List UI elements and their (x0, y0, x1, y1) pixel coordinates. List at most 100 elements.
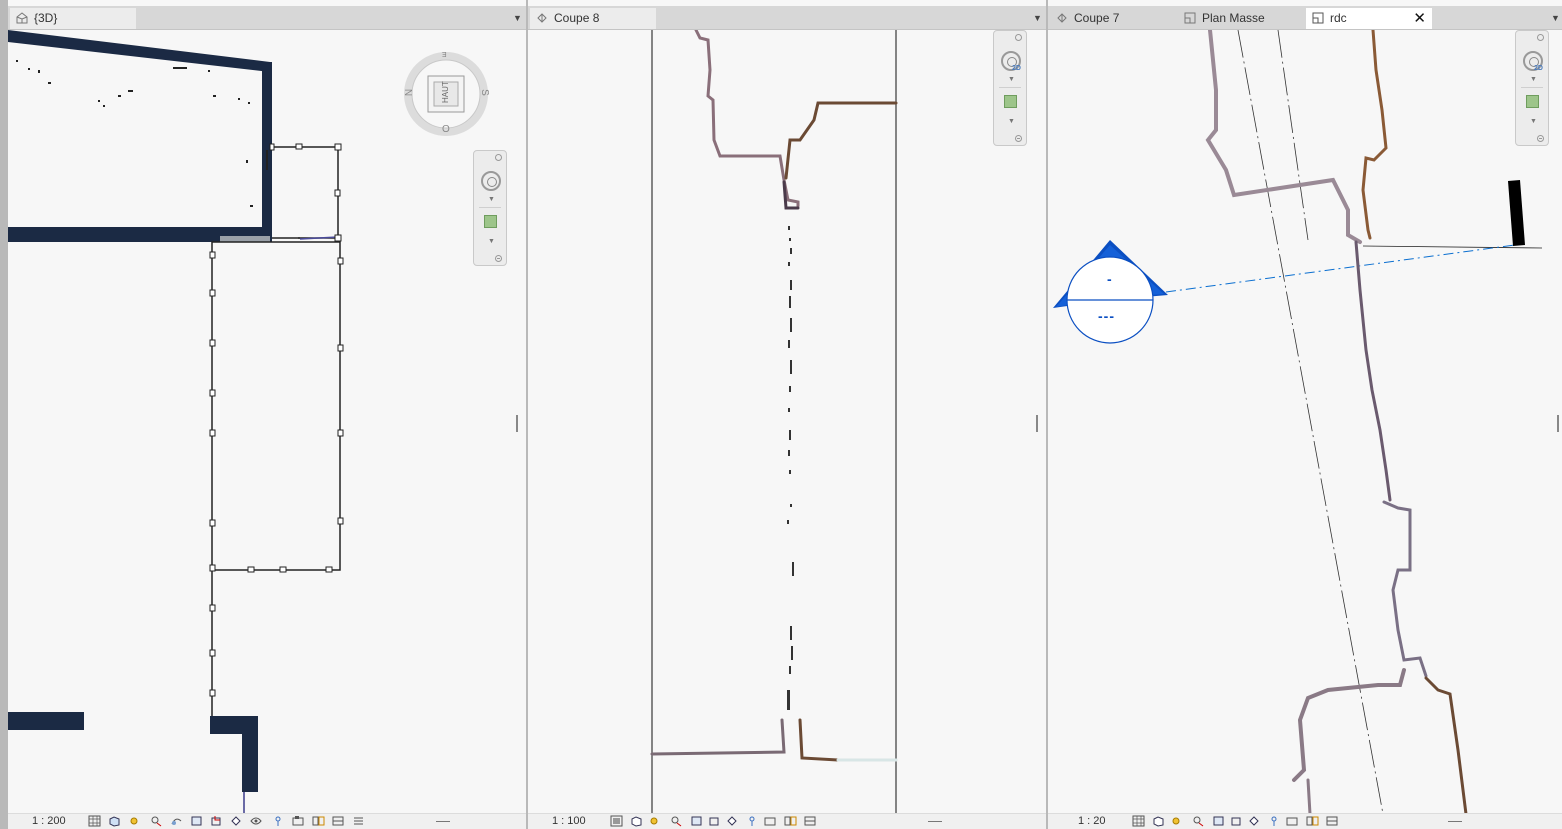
minimize-icon[interactable] (1537, 135, 1544, 142)
reveal-constraints-icon[interactable] (332, 815, 345, 827)
chevron-down-icon[interactable]: ▼ (1530, 76, 1537, 83)
close-icon[interactable] (1537, 34, 1544, 41)
compass-east[interactable]: E (442, 50, 447, 57)
chevron-down-icon[interactable]: ▼ (488, 196, 495, 203)
corridor-outline (211, 241, 341, 720)
zoom-region-icon[interactable] (1526, 95, 1539, 108)
horizontal-scrollbar[interactable] (436, 821, 450, 822)
tab-label: Coupe 7 (1074, 11, 1120, 25)
floor-plan-icon (1184, 12, 1196, 24)
pointcloud-profile-bottom (650, 718, 898, 762)
shadows-icon[interactable] (1192, 815, 1205, 827)
tab-label: Plan Masse (1202, 11, 1265, 25)
show-crop-icon[interactable] (708, 815, 721, 827)
scale-label[interactable]: 1 : 20 (1078, 815, 1106, 827)
viewcube[interactable]: HAUT N S E O (403, 50, 490, 137)
section-head-top-text[interactable]: - (1107, 271, 1112, 287)
sun-path-icon[interactable] (1170, 815, 1183, 827)
splitter-handle[interactable] (1557, 415, 1559, 432)
horizontal-scrollbar[interactable] (1448, 821, 1462, 822)
tab-coupe-8[interactable]: Coupe 8 (530, 8, 656, 29)
drawing-canvas[interactable]: 2D ▼ ▼ (528, 30, 1046, 814)
wall-top (8, 30, 270, 72)
shadows-icon[interactable] (670, 815, 683, 827)
shadows-icon[interactable] (150, 815, 163, 827)
temporary-hide-icon[interactable] (1248, 815, 1261, 827)
analytical-model-icon[interactable] (764, 815, 777, 827)
minimize-icon[interactable] (495, 255, 502, 262)
tab-plan-masse[interactable]: Plan Masse (1178, 8, 1304, 29)
compass-west[interactable]: O (442, 124, 450, 135)
detail-level-icon[interactable] (88, 815, 101, 827)
reveal-constraints-icon[interactable] (1326, 815, 1339, 827)
chevron-down-icon[interactable]: ▼ (1530, 118, 1537, 125)
lock-view-icon[interactable] (272, 815, 285, 827)
visual-style-icon[interactable] (1152, 815, 1165, 827)
temporary-hide-icon[interactable] (726, 815, 739, 827)
zoom-region-icon[interactable] (484, 215, 497, 228)
detail-level-icon[interactable] (1132, 815, 1145, 827)
splitter-handle[interactable] (1036, 415, 1038, 432)
zoom-region-icon[interactable] (1004, 95, 1017, 108)
compass-north[interactable]: N (404, 89, 415, 96)
scale-label[interactable]: 1 : 200 (32, 815, 66, 827)
tab-dropdown-icon[interactable]: ▼ (1551, 13, 1560, 23)
black-column (1508, 180, 1525, 246)
tab-bar: {3D} ▼ (8, 6, 526, 30)
close-icon[interactable] (495, 154, 502, 161)
steering-wheel-icon[interactable] (481, 171, 501, 191)
minimize-icon[interactable] (1015, 135, 1022, 142)
tab-rdc[interactable]: rdc ✕ (1306, 8, 1432, 29)
view-pane-3d[interactable]: {3D} ▼ HAUT N S E O ▼ ▼ 1: 200 (8, 0, 526, 829)
tab-dropdown-icon[interactable]: ▼ (513, 13, 522, 23)
close-tab-icon[interactable]: ✕ (1413, 8, 1426, 29)
scale-label[interactable]: 1 : 100 (552, 815, 586, 827)
tab-bar: Coupe 8 ▼ (528, 6, 1046, 30)
highlight-displacement-icon[interactable] (312, 815, 325, 827)
chevron-down-icon[interactable]: ▼ (488, 238, 495, 245)
show-crop-icon[interactable] (210, 815, 223, 827)
analytical-model-icon[interactable] (1286, 815, 1299, 827)
show-crop-icon[interactable] (1230, 815, 1243, 827)
view-control-bar: 1 : 20 (1048, 813, 1562, 829)
crop-view-icon[interactable] (690, 815, 703, 827)
drawing-canvas[interactable]: - --- 2D ▼ ▼ (1048, 30, 1562, 814)
point-specks (16, 60, 268, 207)
corridor-nodes (209, 251, 344, 697)
render-icon[interactable] (170, 815, 183, 827)
visual-style-icon[interactable] (108, 815, 121, 827)
splitter-handle[interactable] (516, 415, 518, 432)
crop-view-icon[interactable] (1212, 815, 1225, 827)
lock-view-icon[interactable] (1268, 815, 1281, 827)
reveal-constraints-icon[interactable] (804, 815, 817, 827)
close-icon[interactable] (1015, 34, 1022, 41)
tab-coupe-7[interactable]: Coupe 7 (1050, 8, 1176, 29)
chevron-down-icon[interactable]: ▼ (1008, 118, 1015, 125)
annex-outline (272, 146, 339, 240)
temporary-hide-icon[interactable] (230, 815, 243, 827)
section-head-bottom-text[interactable]: --- (1098, 308, 1115, 324)
highlight-displacement-icon[interactable] (784, 815, 797, 827)
tab-dropdown-icon[interactable]: ▼ (1033, 13, 1042, 23)
3d-house-icon (16, 12, 28, 24)
horizontal-scrollbar[interactable] (928, 821, 942, 822)
detail-level-icon[interactable] (610, 815, 623, 827)
sun-path-icon[interactable] (128, 815, 141, 827)
compass-south[interactable]: S (479, 89, 490, 96)
analytical-model-icon[interactable] (292, 815, 305, 827)
tab-3d[interactable]: {3D} (10, 8, 136, 29)
crop-view-icon[interactable] (190, 815, 203, 827)
chevron-down-icon[interactable]: ▼ (1008, 76, 1015, 83)
view-controls (610, 815, 840, 827)
reveal-hidden-icon[interactable] (250, 815, 263, 827)
lock-view-icon[interactable] (746, 815, 759, 827)
view-control-bar: 1 : 100 (528, 813, 1046, 829)
pointcloud-profile-top (694, 30, 898, 210)
visual-style-icon[interactable] (630, 815, 643, 827)
worksharing-icon[interactable] (352, 815, 365, 827)
sun-path-icon[interactable] (648, 815, 661, 827)
view-pane-coupe-8[interactable]: Coupe 8 ▼ 2D ▼ ▼ 1: 100 (528, 0, 1046, 829)
view-pane-rdc[interactable]: Coupe 7 Plan Masse rdc ✕ ▼ - --- 2D ▼ ▼ … (1048, 0, 1562, 829)
drawing-canvas[interactable]: HAUT N S E O ▼ ▼ (8, 30, 526, 814)
highlight-displacement-icon[interactable] (1306, 815, 1319, 827)
